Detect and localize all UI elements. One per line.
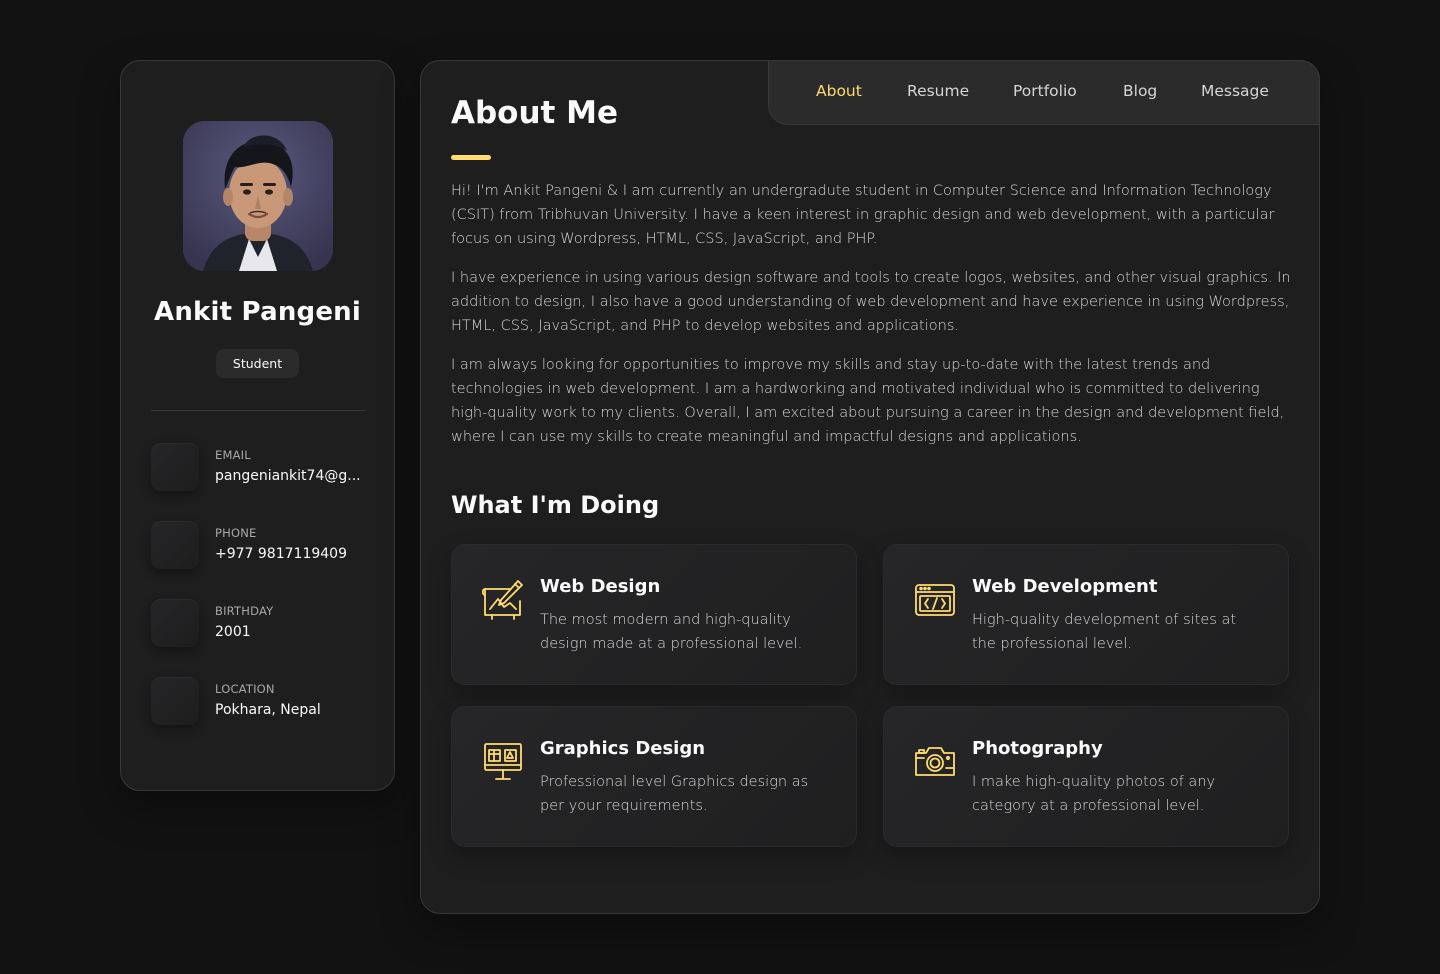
design-icon — [482, 580, 523, 620]
about-paragraph: I have experience in using various desig… — [451, 270, 1291, 334]
contact-label: Email — [215, 448, 251, 462]
profile-sidebar: Ankit Pangeni Student Email pangeniankit… — [120, 60, 395, 791]
contact-value: 2001 — [215, 624, 251, 640]
sidebar-separator — [151, 410, 365, 411]
nav-resume[interactable]: Resume — [907, 82, 969, 100]
camera-icon — [915, 747, 955, 776]
service-card-graphics-design: Graphics Design Professional level Graph… — [451, 706, 857, 847]
contact-value: Pokhara, Nepal — [215, 702, 321, 718]
nav-blog[interactable]: Blog — [1123, 82, 1157, 100]
service-card-photography: Photography I make high-quality photos o… — [883, 706, 1289, 847]
service-text: High-quality development of sites at the… — [972, 612, 1237, 652]
mail-icon — [151, 443, 199, 491]
nav-message[interactable]: Message — [1201, 82, 1269, 100]
profile-title-badge: Student — [216, 349, 299, 378]
page-title: About Me — [451, 95, 619, 131]
contact-location: Location Pokhara, Nepal — [151, 677, 371, 725]
service-card-web-design: Web Design The most modern and high-qual… — [451, 544, 857, 685]
contact-birthday: Birthday 2001 — [151, 599, 371, 647]
nav-portfolio[interactable]: Portfolio — [1013, 82, 1077, 100]
phone-icon — [151, 521, 199, 569]
calendar-icon — [151, 599, 199, 647]
contact-value[interactable]: pangeniankit74@g... — [215, 468, 365, 484]
contact-value[interactable]: +977 9817119409 — [215, 546, 365, 562]
portrait-photo-icon — [183, 121, 333, 271]
monitor-design-icon — [484, 743, 522, 780]
about-paragraph: Hi! I'm Ankit Pangeni & I am currently a… — [451, 183, 1275, 247]
service-card-web-development: Web Development High-quality development… — [883, 544, 1289, 685]
code-window-icon — [915, 584, 955, 616]
contact-email[interactable]: Email pangeniankit74@g... — [151, 443, 371, 491]
avatar — [183, 121, 333, 271]
navbar: About Resume Portfolio Blog Message — [768, 60, 1320, 125]
nav-about[interactable]: About — [816, 82, 862, 100]
service-title: Web Development — [972, 576, 1158, 597]
services-title: What I'm Doing — [451, 491, 660, 519]
contact-label: Phone — [215, 526, 257, 540]
location-icon — [151, 677, 199, 725]
profile-name: Ankit Pangeni — [154, 297, 361, 327]
service-text: Professional level Graphics design as pe… — [540, 774, 809, 814]
contact-label: Birthday — [215, 604, 274, 618]
service-title: Graphics Design — [540, 738, 706, 759]
contact-phone[interactable]: Phone +977 9817119409 — [151, 521, 371, 569]
service-text: I make high-quality photos of any catego… — [972, 774, 1216, 814]
title-underline — [451, 155, 491, 160]
service-text: The most modern and high-quality design … — [540, 612, 803, 652]
service-title: Web Design — [540, 576, 661, 597]
about-paragraph: I am always looking for opportunities to… — [451, 357, 1285, 445]
contact-label: Location — [215, 682, 275, 696]
main-content: About Resume Portfolio Blog Message Abou… — [420, 60, 1320, 914]
service-title: Photography — [972, 738, 1103, 759]
